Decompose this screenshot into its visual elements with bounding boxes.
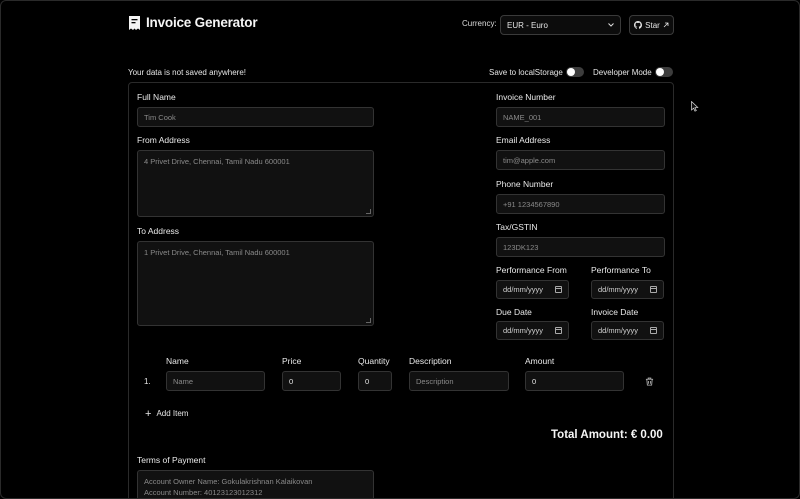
performance-to-label: Performance To [591,265,651,275]
terms-label: Terms of Payment [137,455,206,465]
invoice-number-input[interactable]: NAME_001 [496,107,665,127]
item-amount-field: 0 [525,371,624,391]
item-description-placeholder: Description [416,376,454,386]
item-amount-value: 0 [532,376,537,386]
terms-line-1: Account Owner Name: Gokulakrishnan Kalai… [144,477,313,486]
col-quantity-header: Quantity [358,356,390,366]
item-price-input[interactable]: 0 [282,371,341,391]
to-address-placeholder: 1 Privet Drive, Chennai, Tamil Nadu 6000… [144,248,290,257]
email-input[interactable]: tim@apple.com [496,150,665,170]
phone-input[interactable]: +91 1234567890 [496,194,665,214]
item-name-placeholder: Name [173,376,194,386]
email-label: Email Address [496,135,551,145]
performance-from-label: Performance From [496,265,567,275]
from-address-textarea[interactable]: 4 Privet Drive, Chennai, Tamil Nadu 6000… [137,150,374,217]
calendar-icon[interactable] [555,327,562,334]
performance-from-placeholder: dd/mm/yyyy [503,285,544,294]
tax-input[interactable]: 123DK123 [496,237,665,257]
due-date-placeholder: dd/mm/yyyy [503,326,544,335]
col-amount-header: Amount [525,356,555,366]
total-amount: Total Amount: € 0.00 [551,429,663,441]
chevron-down-icon [608,23,614,27]
to-address-textarea[interactable]: 1 Privet Drive, Chennai, Tamil Nadu 6000… [137,241,374,326]
mouse-cursor-icon [691,101,699,112]
performance-from-date[interactable]: dd/mm/yyyy [496,280,569,299]
email-placeholder: tim@apple.com [503,155,556,165]
performance-to-placeholder: dd/mm/yyyy [598,285,639,294]
invoice-number-placeholder: NAME_001 [503,112,542,122]
add-item-button[interactable]: + Add Item [145,407,189,420]
terms-textarea[interactable]: Account Owner Name: Gokulakrishnan Kalai… [137,470,374,498]
external-link-icon [663,22,669,28]
plus-icon: + [145,407,152,420]
brand: Invoice Generator [129,15,258,30]
phone-label: Phone Number [496,179,554,189]
due-date-input[interactable]: dd/mm/yyyy [496,321,569,340]
calendar-icon[interactable] [555,286,562,293]
resize-handle-icon[interactable] [366,318,371,323]
terms-line-2: Account Number: 40123123012312 [144,488,263,497]
developer-mode-label: Developer Mode [593,68,652,77]
add-item-label: Add Item [156,409,189,418]
tax-label: Tax/GSTIN [496,222,538,232]
privacy-notice: Your data is not saved anywhere! [128,68,247,77]
invoice-date-label: Invoice Date [591,307,639,317]
col-description-header: Description [409,356,452,366]
col-price-header: Price [282,356,302,366]
trash-icon[interactable] [645,377,654,386]
phone-placeholder: +91 1234567890 [503,199,560,209]
full-name-input[interactable]: Tim Cook [137,107,374,127]
github-icon [634,21,643,29]
due-date-label: Due Date [496,307,532,317]
resize-handle-icon[interactable] [366,209,371,214]
currency-select[interactable]: EUR - Euro [500,15,621,35]
item-row-index: 1. [144,377,151,386]
tax-placeholder: 123DK123 [503,242,539,252]
currency-label: Currency: [462,19,497,28]
calendar-icon[interactable] [650,327,657,334]
item-name-input[interactable]: Name [166,371,265,391]
invoice-date-input[interactable]: dd/mm/yyyy [591,321,664,340]
app-window: Invoice Generator Currency: EUR - Euro S… [0,0,800,499]
to-address-label: To Address [137,226,180,236]
col-name-header: Name [166,356,189,366]
receipt-icon [129,15,140,30]
from-address-label: From Address [137,135,190,145]
item-quantity-value: 0 [365,376,370,386]
currency-value: EUR - Euro [507,20,548,30]
performance-to-date[interactable]: dd/mm/yyyy [591,280,664,299]
save-local-label: Save to localStorage [489,68,563,77]
developer-mode-toggle[interactable] [655,67,673,77]
save-local-toggle[interactable] [566,67,584,77]
item-price-value: 0 [289,376,294,386]
github-star-button[interactable]: Star [629,15,674,35]
item-description-input[interactable]: Description [409,371,509,391]
invoice-date-placeholder: dd/mm/yyyy [598,326,639,335]
from-address-placeholder: 4 Privet Drive, Chennai, Tamil Nadu 6000… [144,157,290,166]
calendar-icon[interactable] [650,286,657,293]
item-quantity-input[interactable]: 0 [358,371,392,391]
full-name-placeholder: Tim Cook [144,112,176,122]
app-title: Invoice Generator [146,15,258,30]
invoice-number-label: Invoice Number [496,92,556,102]
full-name-label: Full Name [137,92,176,102]
star-label: Star [645,20,660,30]
